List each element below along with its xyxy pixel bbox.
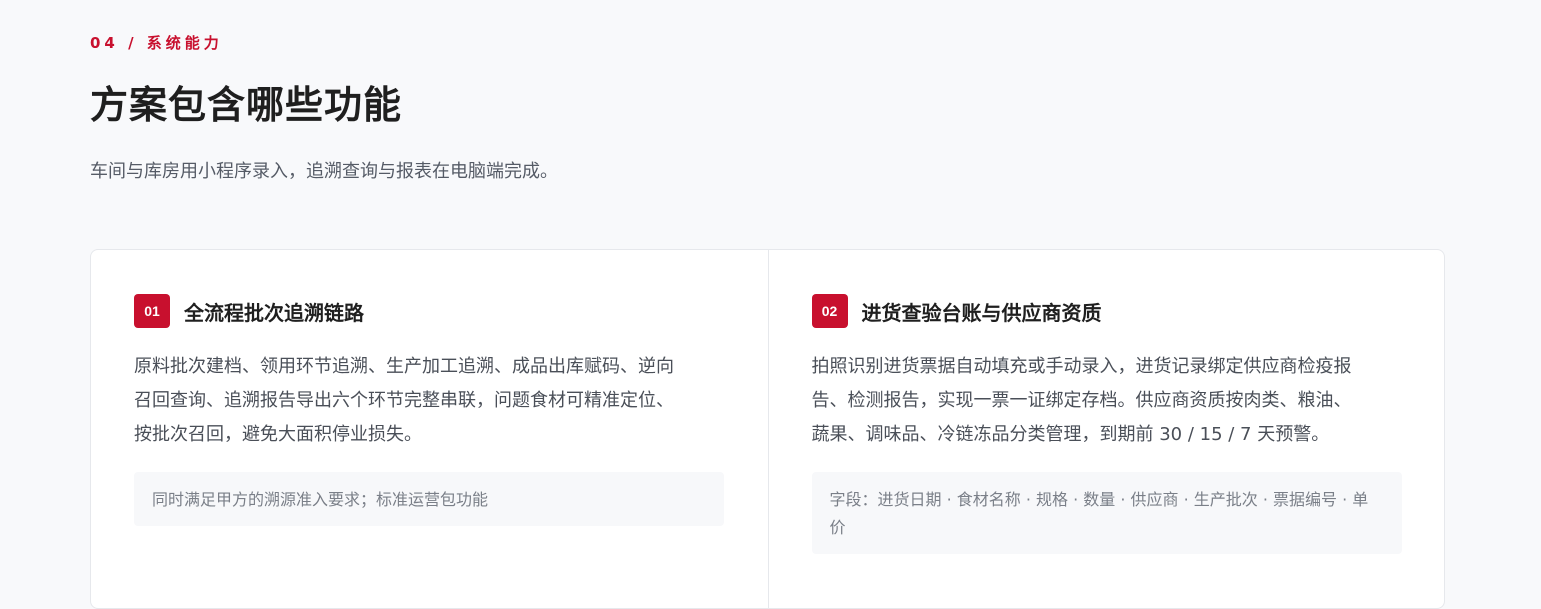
feature-card-traceability: 01 全流程批次追溯链路 原料批次建档、领用环节追溯、生产加工追溯、成品出库赋码…: [91, 250, 768, 608]
card-title: 全流程批次追溯链路: [184, 300, 364, 325]
card-note: 同时满足甲方的溯源准入要求；标准运营包功能: [134, 472, 724, 526]
card-header: 01 全流程批次追溯链路: [134, 294, 364, 328]
feature-card-purchase-ledger: 02 进货查验台账与供应商资质 拍照识别进货票据自动填充或手动录入，进货记录绑定…: [767, 250, 1445, 608]
section-subtitle: 车间与库房用小程序录入，追溯查询与报表在电脑端完成。: [90, 161, 558, 182]
card-description-line: 按批次召回，避免大面积停业损失。: [134, 424, 422, 445]
card-title: 进货查验台账与供应商资质: [861, 300, 1102, 325]
card-description: 拍照识别进货票据自动填充或手动录入，进货记录绑定供应商检疫报 告、检测报告，实现…: [812, 350, 1404, 452]
card-description-line: 拍照识别进货票据自动填充或手动录入，进货记录绑定供应商检疫报: [811, 356, 1352, 377]
section-eyebrow: 04 / 系统能力: [90, 34, 223, 52]
card-description-line: 召回查询、追溯报告导出六个环节完整串联，问题食材可精准定位、: [134, 390, 674, 411]
card-description-line: 原料批次建档、领用环节追溯、生产加工追溯、成品出库赋码、逆向: [134, 356, 674, 377]
card-number-badge: 02: [811, 294, 848, 328]
card-description-line: 告、检测报告，实现一票一证绑定存档。供应商资质按肉类、粮油、: [811, 390, 1352, 411]
card-description: 原料批次建档、领用环节追溯、生产加工追溯、成品出库赋码、逆向 召回查询、追溯报告…: [134, 350, 726, 452]
feature-cards: 01 全流程批次追溯链路 原料批次建档、领用环节追溯、生产加工追溯、成品出库赋码…: [90, 249, 1445, 609]
card-description-line: 蔬果、调味品、冷链冻品分类管理，到期前 30 / 15 / 7 天预警。: [811, 424, 1330, 445]
card-header: 02 进货查验台账与供应商资质: [811, 294, 1102, 328]
section-title: 方案包含哪些功能: [90, 83, 403, 127]
card-number-badge: 01: [134, 294, 170, 328]
card-note: 字段：进货日期 · 食材名称 · 规格 · 数量 · 供应商 · 生产批次 · …: [811, 472, 1402, 554]
